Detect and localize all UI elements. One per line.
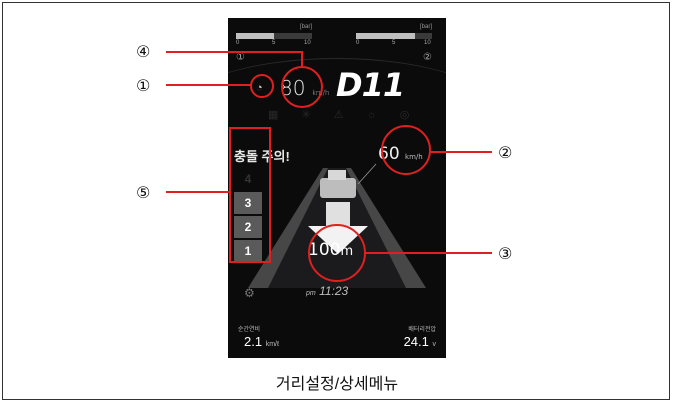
callout-number-4: ④ [136, 42, 151, 61]
figure-caption: 거리설정/상세메뉴 [275, 376, 399, 393]
callout-number-1: ① [136, 76, 151, 95]
callout-box-5 [229, 127, 271, 263]
callout-number-2: ② [498, 143, 513, 162]
callout-circle-3 [308, 224, 366, 282]
callout-circle-1 [250, 74, 274, 98]
callout-circle-4 [281, 66, 323, 108]
callout-number-3: ③ [498, 244, 513, 263]
callout-circle-2 [381, 125, 431, 175]
callout-number-5: ⑤ [136, 183, 151, 202]
callout-overlay [166, 51, 492, 282]
callout-line-4 [166, 51, 303, 67]
